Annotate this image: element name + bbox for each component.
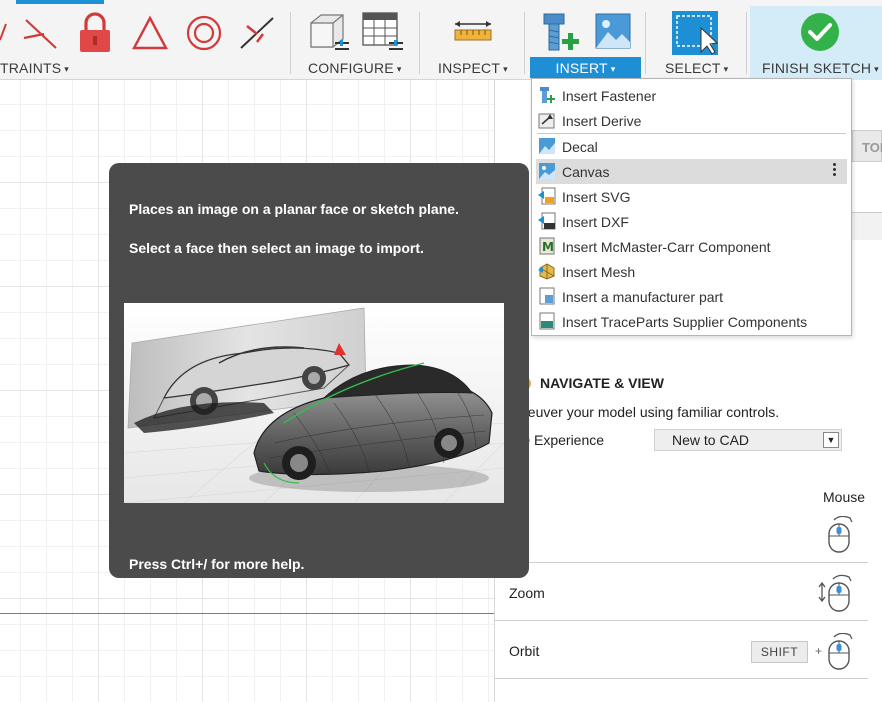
control-row-pan: n [494,505,868,563]
fix-lock-icon[interactable] [77,12,113,54]
cad-experience-select[interactable]: New to CAD ▼ [654,429,842,451]
toolbar-separator [419,12,420,74]
tooltip-instruction: Select a face then select an image to im… [129,240,424,256]
control-row-zoom: Zoom [494,563,868,621]
canvas-tooltip: Places an image on a planar face or sket… [109,163,529,578]
mesh-icon [538,263,555,280]
constraints-menu[interactable]: TRAINTS ▾ [0,59,69,77]
insert-image-toolbar-icon[interactable] [594,12,632,50]
menu-item-insert-mcmaster[interactable]: M Insert McMaster-Carr Component [536,234,847,259]
x-axis-line [0,613,494,614]
navigate-view-title: NAVIGATE & VIEW [540,375,664,391]
toolbar-separator [746,12,747,74]
select-menu[interactable]: SELECT ▾ [665,59,728,77]
mouse-middle-button-icon [828,516,853,553]
dxf-icon [538,212,556,230]
mouse-scroll-icon [818,574,852,612]
toolbar-separator [524,12,525,74]
menu-item-insert-traceparts[interactable]: Insert TraceParts Supplier Components [536,309,847,334]
active-tab-indicator [16,0,104,4]
fastener-icon [540,87,555,103]
select-window-icon[interactable] [671,10,721,56]
insert-fastener-toolbar-icon[interactable] [541,11,581,53]
control-label-orbit: Orbit [509,643,540,659]
svg-text:M: M [542,240,554,254]
derive-icon [538,113,555,129]
control-label-zoom: Zoom [509,585,545,601]
car-canvas-illustration [124,303,504,503]
toolbar-separator [290,12,291,74]
configure-menu[interactable]: CONFIGURE ▾ [308,59,402,77]
traceparts-icon [539,312,555,330]
tooltip-description: Places an image on a planar face or sket… [129,201,459,217]
tangent-constraint-icon[interactable] [237,14,277,52]
toolbar-separator [645,12,646,74]
navigate-view-description: neuver your model using familiar control… [520,404,780,420]
mouse-column-header: Mouse [823,489,866,505]
partial-constraint-icon[interactable] [0,18,8,48]
menu-item-insert-manufacturer-part[interactable]: Insert a manufacturer part [536,284,847,309]
perpendicular-constraint-icon[interactable] [22,14,60,52]
decal-icon [539,138,555,154]
menu-item-decal[interactable]: Decal [536,134,847,159]
symmetry-triangle-icon[interactable] [131,15,169,51]
inspect-menu[interactable]: INSPECT ▾ [438,59,508,77]
tooltip-help-hint: Press Ctrl+/ for more help. [129,556,305,572]
view-cube-edge [852,212,882,240]
menu-item-insert-mesh[interactable]: Insert Mesh [536,259,847,284]
finish-sketch-menu[interactable]: FINISH SKETCH ▾ [762,59,879,77]
configure-cube-icon[interactable] [307,11,351,53]
menu-item-insert-dxf[interactable]: Insert DXF [536,209,847,234]
svg-icon [538,187,556,205]
menu-item-canvas[interactable]: Canvas [536,159,847,184]
toolbar: TRAINTS ▾ CONFIGURE ▾ INSPECT ▾ INSERT ▾… [0,0,882,80]
cad-experience-label: D Experience [520,432,605,448]
cad-experience-value: New to CAD [672,432,750,448]
view-cube-face[interactable]: TOI [852,130,882,162]
measure-ruler-icon[interactable] [453,20,493,44]
mouse-orbit-icon [828,633,853,670]
plus-sign: + [815,644,823,658]
insert-menu[interactable]: INSERT ▾ [530,57,641,78]
dropdown-arrow-icon[interactable]: ▼ [823,432,839,448]
manufacturer-part-icon [539,287,555,305]
finish-sketch-check-icon[interactable] [800,12,840,52]
canvas-icon [539,163,555,179]
configuration-table-icon[interactable] [361,11,405,53]
control-row-orbit: Orbit [494,621,868,679]
menu-item-insert-derive[interactable]: Insert Derive [536,108,847,133]
mcmaster-icon: M [539,237,555,255]
shift-key-badge: SHIFT [751,641,808,663]
menu-item-insert-fastener[interactable]: Insert Fastener [536,83,847,108]
tooltip-preview-image [124,303,504,503]
concentric-circle-icon[interactable] [185,14,223,52]
insert-dropdown-menu: Insert Fastener Insert Derive Decal Canv… [531,78,852,336]
menu-item-insert-svg[interactable]: Insert SVG [536,184,847,209]
more-options-icon[interactable] [833,163,837,178]
